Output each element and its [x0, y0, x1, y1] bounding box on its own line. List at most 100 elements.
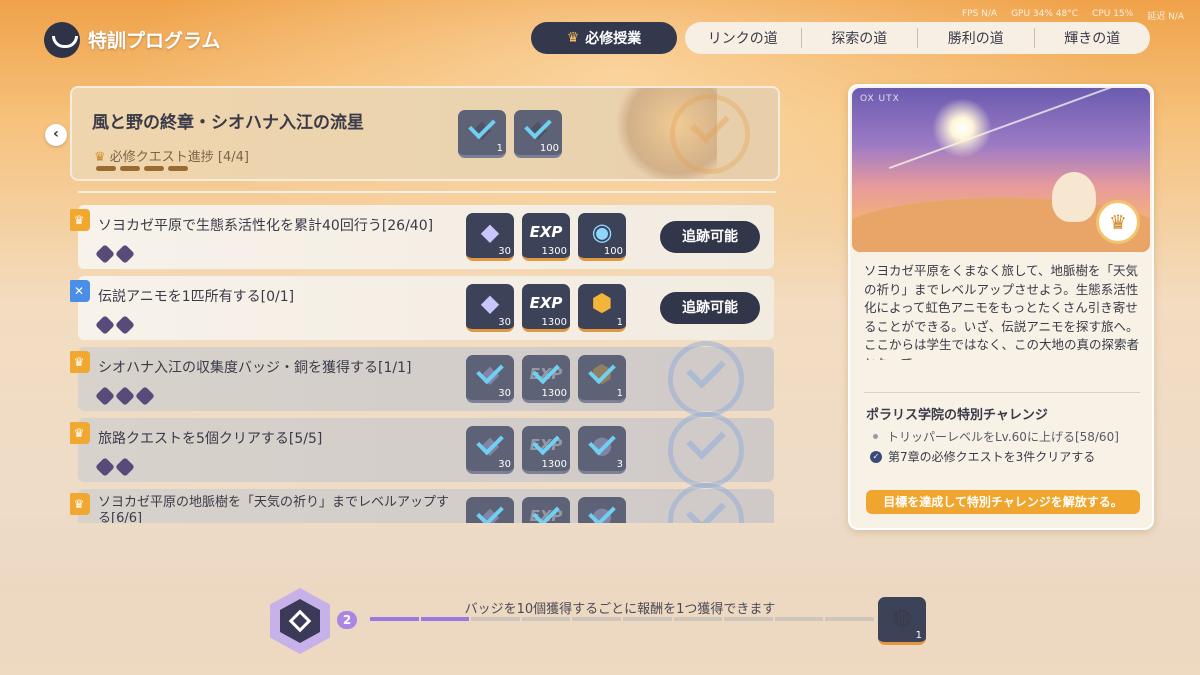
reward-item[interactable]: ◉ 100 [578, 213, 626, 261]
badge-reward-item[interactable]: ◍ 1 [878, 597, 926, 645]
check-icon: ✓ [870, 450, 882, 463]
reward-qty: 1300 [541, 317, 567, 328]
tier-hex-icon [95, 315, 115, 335]
unlock-challenge-button[interactable]: 目標を達成して特別チャレンジを解放する。 [866, 490, 1140, 514]
tab-shine-road[interactable]: 輝きの道 [1035, 28, 1151, 48]
progress-segment [825, 617, 874, 621]
gpu-stat: GPU 34% 48°C [1011, 9, 1079, 19]
completed-check-icon [668, 483, 744, 523]
light-ray [888, 88, 1116, 169]
track-button[interactable]: 追跡可能 [660, 221, 760, 253]
crown-icon: ♛ [70, 422, 90, 444]
challenge-item: トリッパーレベルをLv.60に上げる[58/60] [870, 428, 1119, 445]
chapter-info-panel: OX UTX ♛ ソヨカゼ平原をくまなく旅して、地脈樹を「天気の祈り」までレベル… [848, 84, 1154, 530]
reward-qty: 3 [616, 459, 623, 470]
progress-label: 必修クエスト進捗 [4/4] [109, 150, 249, 165]
main-reward-2[interactable]: ◆ 100 [514, 110, 562, 158]
tab-victory-road[interactable]: 勝利の道 [918, 28, 1035, 48]
tab-explore-road[interactable]: 探索の道 [802, 28, 918, 48]
quest-tier-icons [95, 315, 135, 335]
reward-qty: 1 [496, 143, 503, 154]
reward-item[interactable]: ◆ [466, 497, 514, 523]
back-arrow-icon[interactable]: ‹ [45, 124, 67, 146]
tier-hex-icon [135, 386, 155, 406]
reward-qty: 1300 [541, 388, 567, 399]
tier-hex-icon [95, 244, 115, 264]
reward-item[interactable]: EXP 1300 [522, 355, 570, 403]
main-quest-title: 風と野の終章・シオハナ入江の流星 [92, 113, 364, 133]
reward-qty: 1300 [541, 246, 567, 257]
tab-bar: ♛ 必修授業 リンクの道 探索の道 勝利の道 輝きの道 [531, 22, 1150, 54]
reward-qty: 100 [539, 143, 559, 154]
reward-qty: 1300 [541, 459, 567, 470]
reward-item[interactable]: ⬢ 1 [578, 355, 626, 403]
completed-check-icon [668, 412, 744, 488]
main-quest-progress-bars [96, 166, 188, 171]
quest-row[interactable]: ✕ 伝説アニモを1匹所有する[0/1] ◆ 30 EXP 1300 ⬢ 1 追跡可能 [70, 276, 774, 340]
reward-qty: 30 [498, 246, 511, 257]
reward-item[interactable]: ● 3 [578, 426, 626, 474]
track-button[interactable]: 追跡可能 [660, 292, 760, 324]
crown-icon: ♛ [566, 30, 580, 46]
progress-segment [144, 166, 164, 171]
tier-hex-icon [115, 386, 135, 406]
quest-title: シオハナ入江の収集度バッジ・銅を獲得する[1/1] [98, 360, 412, 376]
fps-stat: FPS N/A [961, 9, 998, 19]
tier-hex-icon [115, 315, 135, 335]
app-logo-icon[interactable] [44, 22, 80, 58]
reward-item[interactable]: ◆ 30 [466, 284, 514, 332]
completed-check-icon [668, 341, 744, 417]
quest-row[interactable]: ♛ 旅路クエストを5個クリアする[5/5] ◆ 30 EXP 1300 ● 3 [70, 412, 774, 488]
reward-item[interactable]: EXP 1300 [522, 284, 570, 332]
artwork-tag: OX UTX [860, 94, 900, 104]
main-reward-1[interactable]: ◆ 1 [458, 110, 506, 158]
main-quest-card[interactable]: 風と野の終章・シオハナ入江の流星 ♛ 必修クエスト進捗 [4/4] ◆ 1 ◆ … [70, 86, 780, 181]
sun-flare [932, 98, 992, 158]
tab-link-road[interactable]: リンクの道 [685, 28, 802, 48]
tab-label: 必修授業 [585, 31, 642, 47]
tab-required-lessons[interactable]: ♛ 必修授業 [531, 22, 677, 54]
quest-title: ソヨカゼ平原の地脈樹を「天気の祈り」までレベルアップする[6/6] [98, 495, 450, 523]
tier-hex-icon [115, 457, 135, 477]
main-quest-progress: ♛ 必修クエスト進捗 [4/4] [94, 146, 249, 165]
crystal-icon: ◆ [480, 289, 500, 317]
system-stats: FPS N/A GPU 34% 48°C CPU 15% 延迟 N/A [962, 9, 1184, 22]
quest-row[interactable]: ♛ ソヨカゼ平原の地脈樹を「天気の祈り」までレベルアップする[6/6] ◆ EXP ● [70, 483, 774, 523]
progress-segment [521, 617, 571, 621]
quest-list[interactable]: ♛ ソヨカゼ平原で生態系活性化を累計40回行う[26/40] ◆ 30 EXP 1300 ◉… [70, 200, 780, 523]
crown-icon: ♛ [70, 351, 90, 373]
reward-item[interactable]: EXP 1300 [522, 213, 570, 261]
exp-icon: EXP [529, 294, 563, 312]
page-title: 特訓プログラム [88, 30, 221, 52]
reward-qty: 100 [603, 246, 623, 257]
tier-hex-icon [95, 457, 115, 477]
reward-item[interactable]: ● [578, 497, 626, 523]
reward-item[interactable]: ◆ 30 [466, 355, 514, 403]
badge-hex-icon[interactable] [268, 586, 332, 656]
quest-tier-icons [95, 386, 155, 406]
reward-qty: 1 [915, 630, 922, 641]
progress-segment [370, 617, 419, 621]
crown-icon: ♛ [70, 209, 90, 231]
quest-row[interactable]: ♛ シオハナ入江の収集度バッジ・銅を獲得する[1/1] ◆ 30 EXP 1300 ⬢ 1 [70, 341, 774, 417]
chapter-description[interactable]: ソヨカゼ平原をくまなく旅して、地脈樹を「天気の祈り」までレベルアップさせよう。生… [864, 262, 1144, 360]
quest-tier-icons [95, 457, 135, 477]
bullet-icon [873, 434, 878, 439]
reward-item[interactable]: ◆ 30 [466, 213, 514, 261]
progress-segment [673, 617, 723, 621]
reward-item[interactable]: ◆ 30 [466, 426, 514, 474]
chapter-artwork: OX UTX ♛ [852, 88, 1150, 252]
quest-row[interactable]: ♛ ソヨカゼ平原で生態系活性化を累計40回行う[26/40] ◆ 30 EXP 1300 ◉… [70, 205, 774, 269]
reward-qty: 30 [498, 459, 511, 470]
divider [78, 191, 776, 193]
quest-tier-icons [95, 244, 135, 264]
divider [864, 392, 1140, 393]
reward-item[interactable]: ⬢ 1 [578, 284, 626, 332]
reward-item[interactable]: EXP [522, 497, 570, 523]
crystal-icon: ◆ [480, 218, 500, 246]
tab-group: リンクの道 探索の道 勝利の道 輝きの道 [685, 22, 1150, 54]
chapter-badge-icon[interactable]: ♛ [1096, 200, 1140, 244]
progress-segment [420, 617, 470, 621]
quest-title: 伝説アニモを1匹所有する[0/1] [98, 289, 295, 305]
reward-item[interactable]: EXP 1300 [522, 426, 570, 474]
